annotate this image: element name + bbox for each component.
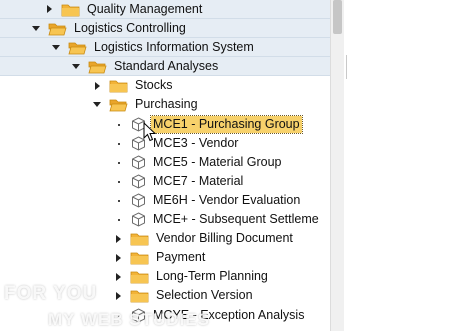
tree-node-label: Selection Version xyxy=(156,288,253,302)
navigation-tree: Quality Management Logistics Controlling… xyxy=(0,0,330,331)
open-folder-icon xyxy=(88,61,107,73)
folder-icon xyxy=(61,4,80,16)
tree-node-label: Vendor Billing Document xyxy=(156,231,293,245)
collapse-arrow-icon[interactable] xyxy=(31,23,41,33)
transaction-cube-icon xyxy=(132,193,145,208)
folder-icon xyxy=(109,80,128,93)
tree-node-label: Quality Management xyxy=(87,1,203,16)
transaction-cube-icon xyxy=(132,155,145,170)
tree-node-standard-analyses[interactable]: Standard Analyses xyxy=(0,57,330,76)
watermark-line-2: MY WEB STUDIES xyxy=(48,310,210,329)
mouse-pointer-icon xyxy=(143,122,157,142)
scrollbar-thumb[interactable] xyxy=(333,0,342,34)
expand-arrow-icon[interactable] xyxy=(113,272,123,282)
tree-node-label: Stocks xyxy=(135,78,173,92)
expand-arrow-icon[interactable] xyxy=(44,4,54,14)
vertical-scrollbar[interactable] xyxy=(330,0,344,331)
right-pane xyxy=(344,0,449,331)
folder-icon xyxy=(130,290,149,303)
collapse-arrow-icon[interactable] xyxy=(92,100,102,110)
open-folder-icon xyxy=(109,99,128,112)
expand-arrow-icon[interactable] xyxy=(92,81,102,91)
folder-icon xyxy=(130,233,149,246)
bullet-icon xyxy=(114,143,124,145)
bullet-icon xyxy=(114,200,124,202)
tree-node-label: Purchasing xyxy=(135,97,198,111)
transaction-cube-icon xyxy=(132,174,145,189)
transaction-cube-icon xyxy=(132,212,145,227)
tree-node-label: MCE1 - Purchasing Group xyxy=(150,115,303,134)
tree-node-logistics-information-system[interactable]: Logistics Information System xyxy=(0,38,330,57)
expand-arrow-icon[interactable] xyxy=(113,234,123,244)
bullet-icon xyxy=(114,124,124,126)
expand-arrow-icon[interactable] xyxy=(113,253,123,263)
tree-node-label: MCE3 - Vendor xyxy=(153,136,239,150)
folder-icon xyxy=(130,252,149,265)
bullet-icon xyxy=(114,219,124,221)
tree-node-label: ME6H - Vendor Evaluation xyxy=(153,193,301,207)
open-folder-icon xyxy=(48,23,67,35)
bullet-icon xyxy=(114,181,124,183)
expand-arrow-icon[interactable] xyxy=(113,291,123,301)
tree-node-label: MCE7 - Material xyxy=(153,174,244,188)
tree-node-logistics-controlling[interactable]: Logistics Controlling xyxy=(0,19,330,38)
folder-icon xyxy=(130,271,149,284)
collapse-arrow-icon[interactable] xyxy=(71,61,81,71)
splitter-handle[interactable] xyxy=(346,55,347,79)
open-folder-icon xyxy=(68,42,87,54)
tree-node-label: MCE5 - Material Group xyxy=(153,155,282,169)
tree-node-label: Standard Analyses xyxy=(114,58,219,73)
tree-node-label: Long-Term Planning xyxy=(156,269,268,283)
tree-node-label: MCE+ - Subsequent Settleme xyxy=(153,212,319,226)
tree-node-quality-management[interactable]: Quality Management xyxy=(0,0,330,19)
tree-node-label: Logistics Controlling xyxy=(74,20,186,35)
watermark-line-1: FOR YOU xyxy=(4,283,98,304)
tree-node-label: Logistics Information System xyxy=(94,39,254,54)
tree-node-label: Payment xyxy=(156,250,206,264)
bullet-icon xyxy=(114,162,124,164)
collapse-arrow-icon[interactable] xyxy=(51,42,61,52)
